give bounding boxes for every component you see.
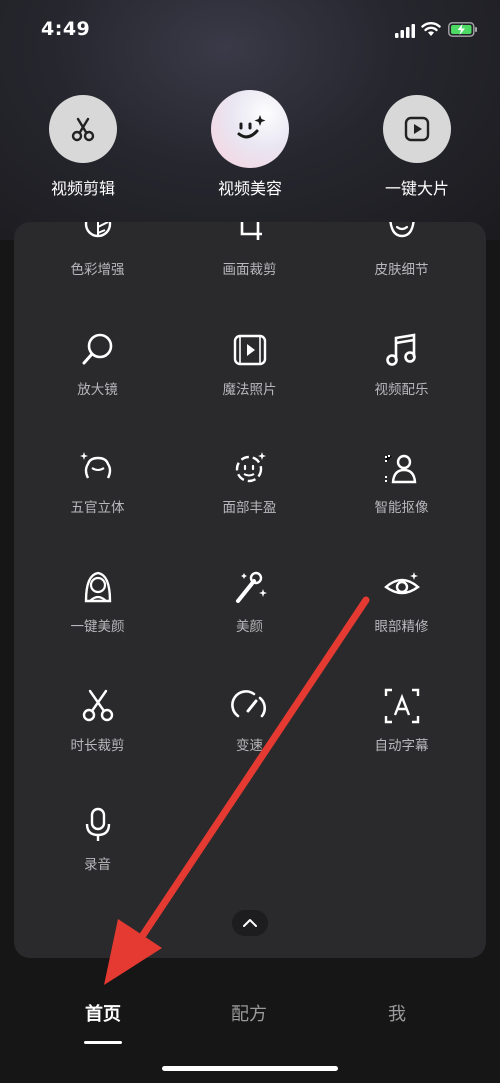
grid-label: 视频配乐 <box>374 382 429 398</box>
grid-label: 眼部精修 <box>374 619 429 635</box>
tab-me[interactable]: 我 <box>337 1000 457 1026</box>
active-tab-indicator <box>84 1041 122 1044</box>
grid-item-crop[interactable]: 画面裁剪 <box>171 222 328 278</box>
magic-wand-icon <box>235 571 267 603</box>
grid-label: 色彩增强 <box>70 262 125 278</box>
grid-item-record[interactable]: 录音 <box>19 805 176 873</box>
tool-one-click-film[interactable]: 一键大片 <box>362 95 472 199</box>
tab-recipe[interactable]: 配方 <box>189 1000 309 1026</box>
tool-one-click-film-circle[interactable] <box>383 95 451 163</box>
magic-photo-icon <box>233 334 266 366</box>
grid-item-speed[interactable]: 变速 <box>171 686 328 754</box>
collapse-button[interactable] <box>232 910 268 936</box>
smile-sparkle-icon <box>237 115 266 139</box>
grid-label: 皮肤细节 <box>374 262 429 278</box>
grid-label: 魔法照片 <box>222 382 277 398</box>
grid-item-skin-detail[interactable]: 皮肤细节 <box>323 222 480 278</box>
grid-label: 自动字幕 <box>374 738 429 754</box>
tool-video-edit-circle[interactable] <box>49 95 117 163</box>
grid-label: 时长裁剪 <box>70 738 125 754</box>
grid-label: 五官立体 <box>70 500 125 516</box>
grid-item-face-fill[interactable]: 面部丰盈 <box>171 448 328 516</box>
tool-video-beauty-label: 视频美容 <box>217 179 282 198</box>
grid-label: 美颜 <box>236 619 263 635</box>
status-bar: 4:49 <box>0 0 500 60</box>
chevron-up-icon <box>243 919 257 927</box>
tool-video-edit-label: 视频剪辑 <box>50 179 115 198</box>
grid-item-auto-subtitle[interactable]: 自动字幕 <box>323 686 480 754</box>
magnifier-icon <box>82 333 112 365</box>
scissors-icon <box>71 117 95 142</box>
bottom-tab-bar: 首页 配方 我 <box>0 990 500 1050</box>
grid-item-duration-trim[interactable]: 时长裁剪 <box>19 686 176 754</box>
grid-item-magic-photo[interactable]: 魔法照片 <box>171 330 328 398</box>
crop-icon <box>240 222 262 240</box>
status-time: 4:49 <box>41 18 91 40</box>
scissors-icon <box>82 689 113 722</box>
cutout-person-icon <box>384 454 416 484</box>
face-detail-icon <box>388 222 415 238</box>
grid-label: 录音 <box>84 857 111 873</box>
subtitle-icon <box>384 688 419 724</box>
tools-panel: 色彩增强 画面裁剪 皮肤细节 放大镜 魔法照片 视频配乐 五官立体 面部丰盈 智… <box>14 222 486 958</box>
beauty-woman-icon <box>84 571 111 603</box>
color-enhance-icon <box>84 222 111 238</box>
home-indicator <box>162 1066 338 1071</box>
grid-item-one-click-beauty[interactable]: 一键美颜 <box>19 567 176 635</box>
grid-item-smart-cutout[interactable]: 智能抠像 <box>323 448 480 516</box>
face-fill-icon <box>235 452 266 483</box>
grid-item-beauty[interactable]: 美颜 <box>171 567 328 635</box>
grid-label: 变速 <box>236 738 263 754</box>
eye-icon <box>383 572 420 595</box>
grid-label: 一键美颜 <box>70 619 125 635</box>
tool-video-beauty-circle[interactable] <box>211 90 289 168</box>
wifi-icon <box>421 22 441 36</box>
grid-item-eye-refine[interactable]: 眼部精修 <box>323 567 480 635</box>
play-icon <box>404 116 430 142</box>
grid-label: 智能抠像 <box>374 500 429 516</box>
grid-item-color-enhance[interactable]: 色彩增强 <box>19 222 176 278</box>
grid-item-face-contour[interactable]: 五官立体 <box>19 448 176 516</box>
microphone-icon <box>85 807 110 841</box>
grid-label: 放大镜 <box>77 382 118 398</box>
tool-one-click-film-label: 一键大片 <box>384 179 449 198</box>
grid-label: 面部丰盈 <box>222 500 277 516</box>
battery-charging-icon <box>448 22 477 37</box>
tool-video-edit[interactable]: 视频剪辑 <box>28 95 138 199</box>
signal-icon <box>395 24 415 38</box>
speedometer-icon <box>230 690 266 718</box>
face-contour-icon <box>79 452 111 479</box>
grid-item-magnifier[interactable]: 放大镜 <box>19 330 176 398</box>
grid-item-video-music[interactable]: 视频配乐 <box>323 330 480 398</box>
grid-label: 画面裁剪 <box>222 262 277 278</box>
music-note-icon <box>385 333 416 366</box>
top-tools: 视频剪辑 视频美容 一键大片 <box>0 90 500 205</box>
tab-home[interactable]: 首页 <box>43 1000 163 1026</box>
tool-video-beauty[interactable]: 视频美容 <box>195 90 305 199</box>
